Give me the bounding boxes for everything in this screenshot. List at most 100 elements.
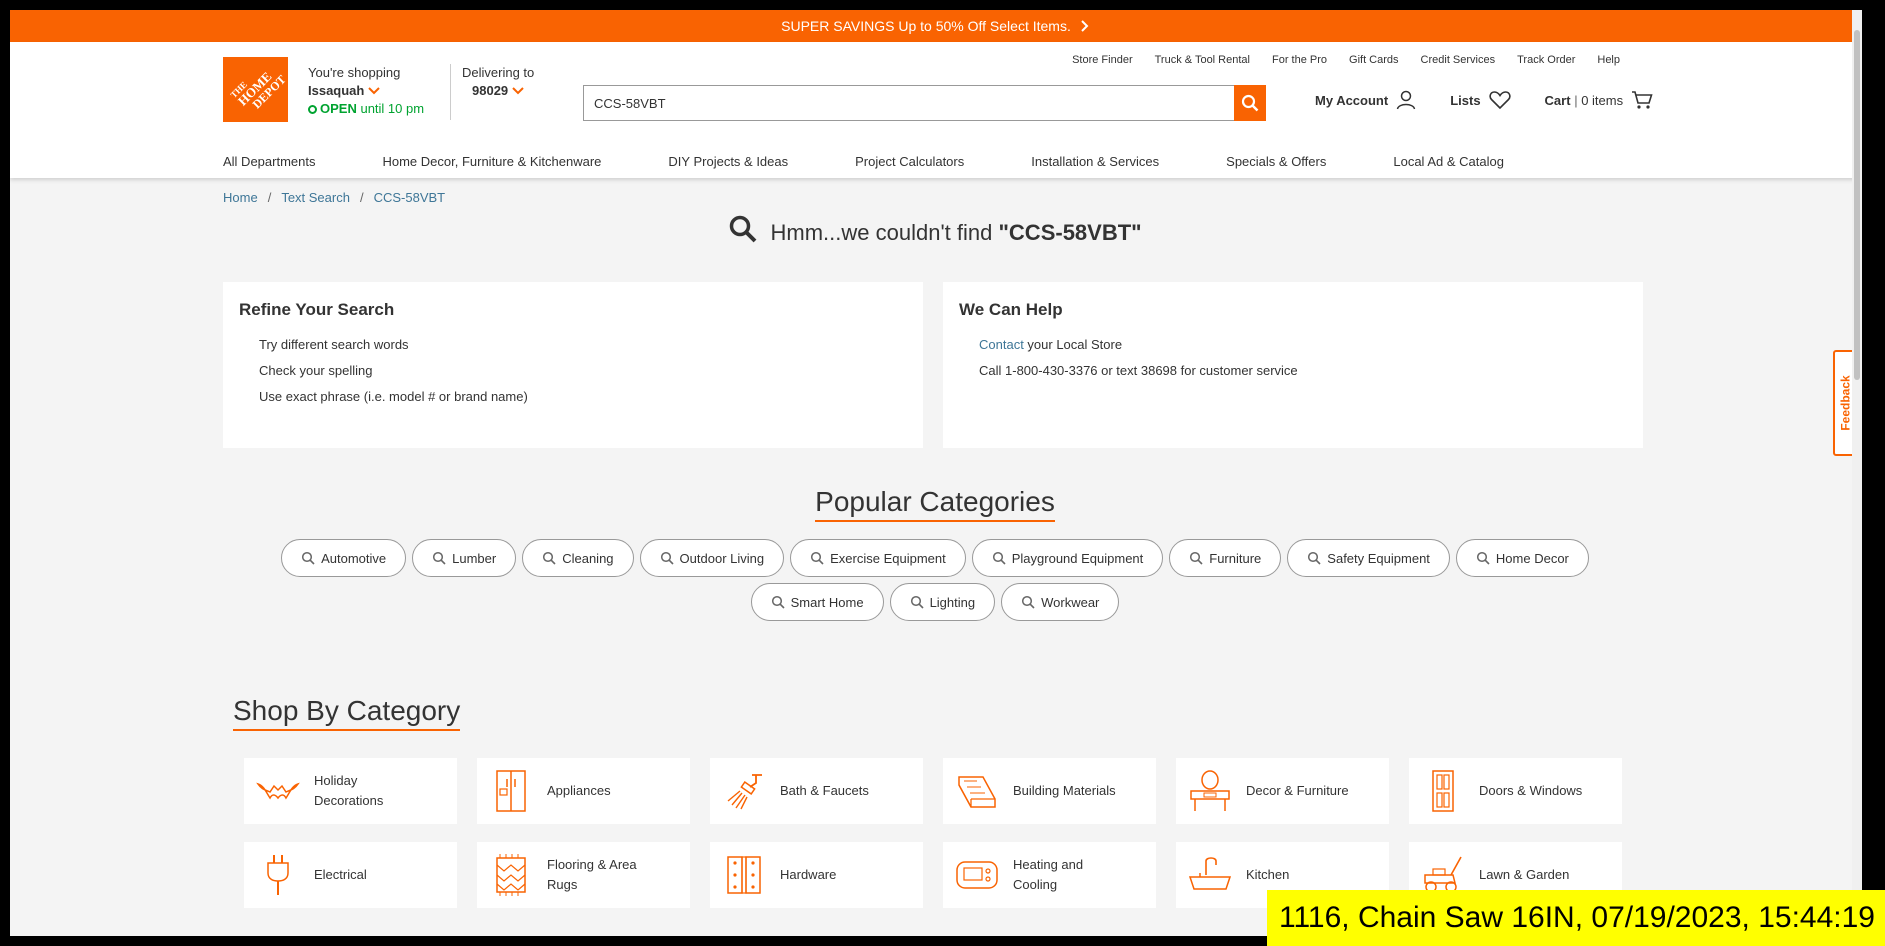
category-chip-playground-equipment[interactable]: Playground Equipment [971,539,1164,577]
category-chip-label: Smart Home [790,594,864,610]
utility-link-track-order[interactable]: Track Order [1517,54,1575,66]
no-results-query: "CCS-58VBT" [998,220,1142,245]
lists-button[interactable]: Lists [1450,90,1511,110]
category-chip-automotive[interactable]: Automotive [281,539,407,577]
nav-diy-projects[interactable]: DIY Projects & Ideas [668,154,788,169]
main-nav: All Departments Home Decor, Furniture & … [223,154,1571,169]
category-chip-home-decor[interactable]: Home Decor [1455,539,1589,577]
store-hours: until 10 pm [360,101,425,116]
breadcrumb-query[interactable]: CCS-58VBT [374,190,446,205]
category-chip-exercise-equipment[interactable]: Exercise Equipment [790,539,966,577]
breadcrumb-separator: / [359,190,364,205]
category-tile-label: Holiday Decorations [314,773,384,808]
utility-nav: Store Finder Truck & Tool Rental For the… [1072,54,1620,66]
search-bar [583,85,1266,121]
contact-line: Contact your Local Store [979,332,1627,358]
search-icon [1476,551,1490,565]
logo-mark: HOME THE DEPOT [223,57,288,122]
popular-categories-title: Popular Categories [815,486,1055,522]
utility-link-truck-tool-rental[interactable]: Truck & Tool Rental [1155,54,1250,66]
search-icon [992,551,1006,565]
we-can-help-card: We Can Help Contact your Local Store Cal… [943,282,1643,448]
category-tile-heating-and-cooling[interactable]: Heating and Cooling [943,842,1156,908]
cart-button[interactable]: Cart | 0 items [1545,90,1654,110]
nav-all-departments[interactable]: All Departments [223,154,315,169]
search-icon [771,595,785,609]
category-chip-cleaning[interactable]: Cleaning [522,539,634,577]
promo-banner-text[interactable]: SUPER SAVINGS Up to 50% Off Select Items… [781,18,1071,34]
category-chip-label: Exercise Equipment [830,550,946,566]
breadcrumb-text-search[interactable]: Text Search [281,190,350,205]
category-chip-label: Lighting [929,594,976,610]
refrigerator-icon [489,769,533,813]
utility-link-store-finder[interactable]: Store Finder [1072,54,1133,66]
category-chip-smart-home[interactable]: Smart Home [750,583,884,621]
breadcrumb: Home / Text Search / CCS-58VBT [223,190,445,205]
no-results-prefix: Hmm...we couldn't find [770,220,993,245]
promo-banner[interactable]: SUPER SAVINGS Up to 50% Off Select Items… [10,10,1860,42]
cart-count: 0 items [1581,92,1624,108]
category-chip-label: Playground Equipment [1011,550,1144,566]
utility-link-for-the-pro[interactable]: For the Pro [1272,54,1327,66]
vanity-icon [1188,769,1232,813]
chevron-down-icon[interactable] [368,87,380,95]
category-chip-outdoor-living[interactable]: Outdoor Living [639,539,785,577]
scrollbar-thumb[interactable] [1854,30,1860,380]
category-chip-label: Workwear [1041,594,1100,610]
nav-home-decor[interactable]: Home Decor, Furniture & Kitchenware [382,154,601,169]
category-tile-decor-furniture[interactable]: Decor & Furniture [1176,758,1389,824]
breadcrumb-separator: / [267,190,272,205]
delivery-label: Delivering to [462,65,535,80]
my-account-button[interactable]: My Account [1315,90,1416,110]
category-tile-flooring-area-rugs[interactable]: Flooring & Area Rugs [477,842,690,908]
search-input[interactable] [584,86,1224,120]
home-depot-logo[interactable]: HOME THE DEPOT [223,57,288,122]
category-chip-furniture[interactable]: Furniture [1169,539,1282,577]
delivery-zip[interactable]: 98029 [472,83,508,98]
category-tile-electrical[interactable]: Electrical [244,842,457,908]
contact-link[interactable]: Contact [979,337,1024,352]
video-caption-overlay: 1116, Chain Saw 16IN, 07/19/2023, 15:44:… [1266,890,1885,946]
nav-installation-services[interactable]: Installation & Services [1031,154,1159,169]
category-tile-label: Doors & Windows [1479,783,1583,798]
nav-specials-offers[interactable]: Specials & Offers [1226,154,1326,169]
store-name[interactable]: Issaquah [308,83,364,98]
category-tile-holiday-decorations[interactable]: Holiday Decorations [244,758,457,824]
heart-icon [1488,91,1511,110]
bat-icon [256,769,300,813]
store-label: You're shopping [308,65,401,80]
category-tile-appliances[interactable]: Appliances [477,758,690,824]
account-bar: My Account Lists Cart | 0 items [1315,90,1653,110]
chevron-down-icon[interactable] [512,87,524,95]
category-tile-label: Flooring & Area Rugs [547,857,637,892]
category-tile-bath-faucets[interactable]: Bath & Faucets [710,758,923,824]
category-chip-workwear[interactable]: Workwear [1001,583,1120,621]
vertical-scrollbar[interactable] [1852,10,1862,936]
utility-link-credit-services[interactable]: Credit Services [1421,54,1496,66]
category-chip-lumber[interactable]: Lumber [412,539,517,577]
utility-link-help[interactable]: Help [1597,54,1620,66]
hinge-icon [722,853,766,897]
category-chip-lighting[interactable]: Lighting [889,583,996,621]
store-selector[interactable]: You're shopping Issaquah OPEN until 10 p… [308,64,424,118]
breadcrumb-home[interactable]: Home [223,190,258,205]
lists-label: Lists [1450,92,1481,108]
refine-tip: Try different search words [259,337,409,352]
category-tile-hardware[interactable]: Hardware [710,842,923,908]
category-chip-safety-equipment[interactable]: Safety Equipment [1287,539,1450,577]
search-icon [730,215,757,243]
search-icon [1190,551,1203,565]
category-tile-building-materials[interactable]: Building Materials [943,758,1156,824]
search-icon [660,551,674,565]
search-icon [811,551,824,565]
search-button[interactable] [1234,85,1266,121]
nav-local-ad-catalog[interactable]: Local Ad & Catalog [1393,154,1504,169]
delivery-zip-selector[interactable]: Delivering to 98029 [462,64,534,100]
browser-viewport: SUPER SAVINGS Up to 50% Off Select Items… [10,10,1860,936]
category-tile-label: Heating and Cooling [1013,857,1084,892]
nav-project-calculators[interactable]: Project Calculators [855,154,964,169]
category-chip-label: Safety Equipment [1327,550,1430,566]
utility-link-gift-cards[interactable]: Gift Cards [1349,54,1399,66]
category-tile-label: Building Materials [1013,783,1116,798]
category-tile-doors-windows[interactable]: Doors & Windows [1409,758,1622,824]
